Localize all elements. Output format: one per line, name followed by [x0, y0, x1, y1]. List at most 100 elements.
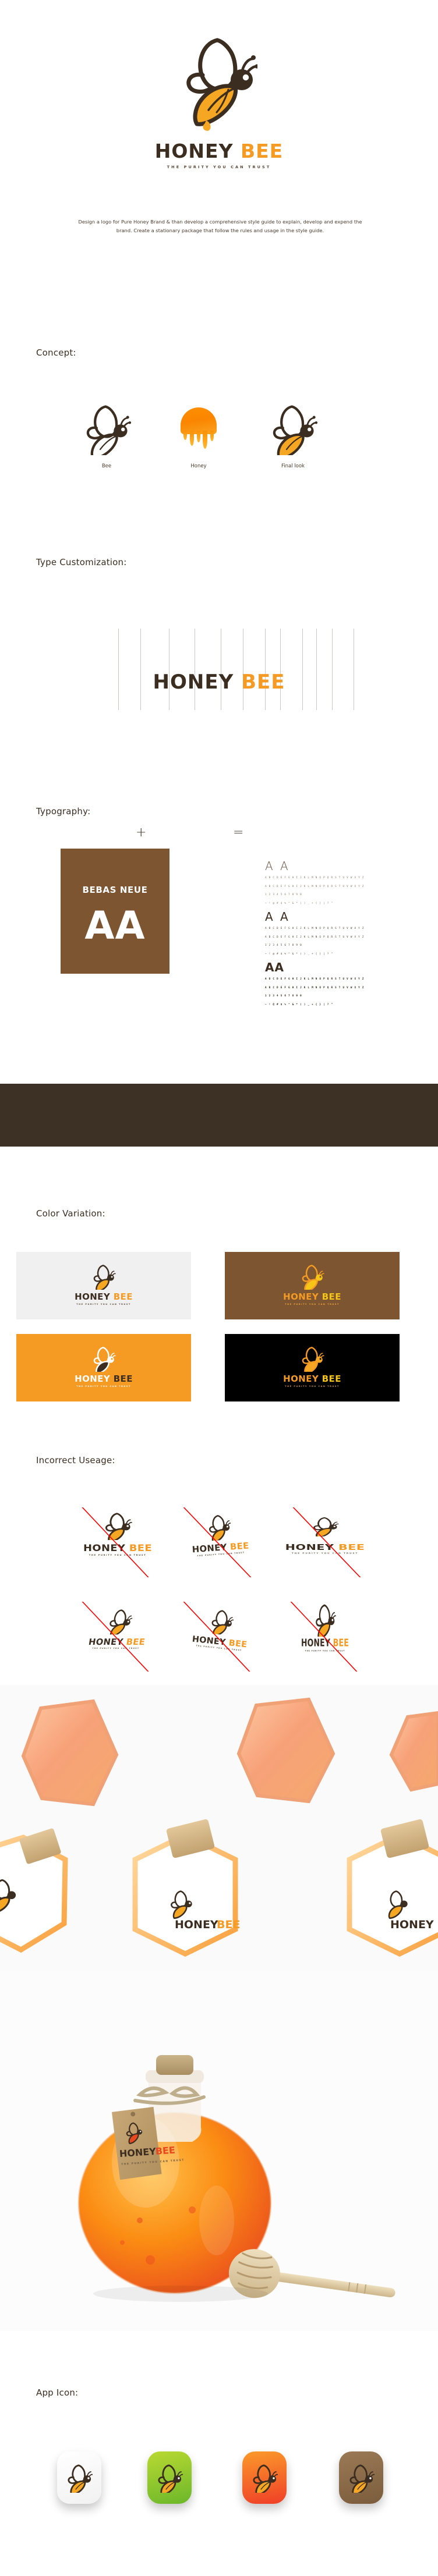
- app-icon-orange[interactable]: [242, 2451, 287, 2504]
- bee-logo-mark-light: [92, 1263, 116, 1293]
- bad-bee: BEE: [129, 1542, 152, 1553]
- swatch-bee: BEE: [322, 1374, 341, 1384]
- swatch-wordmark: HONEY BEE: [16, 1375, 191, 1383]
- app-icon-white[interactable]: [57, 2451, 101, 2504]
- specimen-lowercase: A B C D E F G H I J K L M N O P Q R S T …: [265, 885, 365, 888]
- typography-heading: Typography:: [36, 806, 91, 817]
- bee-logo-mark: [312, 1516, 339, 1539]
- concept-item-honey: Honey: [155, 402, 242, 469]
- color-swatch-orange: HONEY BEE THE PURITY YOU CAN TRUST: [16, 1334, 191, 1401]
- concept-label: Bee: [101, 463, 112, 469]
- specimen-sample: A A: [265, 859, 290, 873]
- bad-tagline: THE PURITY YOU CAN TRUST: [291, 1552, 359, 1555]
- swatch-tagline: THE PURITY YOU CAN TRUST: [76, 1385, 131, 1388]
- bee-logo-mark-brown: [301, 1263, 324, 1293]
- project-description: Design a logo for Pure Honey Brand & tha…: [78, 219, 362, 234]
- svg-text:BEE: BEE: [155, 2145, 175, 2157]
- specimen-numerals: 1 2 3 4 5 6 7 8 9 0: [265, 893, 302, 897]
- swatch-bee: BEE: [113, 1374, 133, 1384]
- typography-font-card: BEBAS NEUE AA: [61, 849, 169, 974]
- brand-tagline: THE PURITY YOU CAN TRUST: [167, 165, 271, 169]
- bad-honey: HONEY: [87, 1637, 124, 1647]
- swatch-bee: BEE: [322, 1291, 341, 1302]
- brown-divider-band: [0, 1084, 438, 1147]
- type-customization-wordmark: HONEY BEE: [0, 672, 438, 692]
- bad-tagline: THE PURITY YOU CAN TRUST: [89, 1554, 147, 1556]
- concept-operator-equals: =: [233, 825, 244, 840]
- bee-logo-mark: [106, 1608, 134, 1638]
- brand-logo-mark: [181, 32, 257, 131]
- swatch-honey: HONEY: [75, 1374, 111, 1384]
- specimen-uppercase: A B C D E F G H I J K L M N O P Q R S T …: [265, 927, 365, 930]
- app-icon-green[interactable]: [147, 2451, 192, 2504]
- specimen-sample: A A: [265, 910, 290, 924]
- specimen-lowercase: A B C D E F G H I J K L M N O P Q R S T …: [265, 935, 365, 939]
- color-swatch-black: HONEY BEE THE PURITY YOU CAN TRUST: [225, 1334, 400, 1401]
- bee-logo-mark: [206, 1512, 232, 1544]
- typecust-bee: BEE: [241, 670, 285, 694]
- concept-item-final: Final look: [249, 402, 337, 469]
- svg-text:HONEY: HONEY: [175, 1918, 218, 1931]
- specimen-symbols: ~ ! @ # $ % ^ & * ( ) _ + { } | ? ": [265, 902, 333, 905]
- typography-specimen-bold: AA A B C D E F G H I J K L M N O P Q R S…: [265, 961, 411, 1007]
- type-guide-lines: [0, 629, 438, 710]
- type-customization-heading: Type Customization:: [36, 557, 127, 567]
- concept-operator-plus: +: [136, 825, 147, 840]
- font-name: BEBAS NEUE: [82, 885, 148, 895]
- bad-honey: HONEY: [83, 1542, 126, 1553]
- specimen-lowercase: A B C D E F G H I J K L M N O P Q R S T …: [265, 986, 365, 989]
- swatch-bee: BEE: [113, 1291, 133, 1302]
- color-variation-heading: Color Variation:: [36, 1208, 105, 1219]
- bee-logo-mark: [314, 1602, 336, 1641]
- incorrect-usage-item-3: HONEY BEE THE PURITY YOU CAN TRUST: [273, 1507, 377, 1577]
- concept-heading: Concept:: [36, 347, 76, 358]
- bad-tagline: THE PURITY YOU CAN TRUST: [92, 1647, 140, 1650]
- wordmark-bee: BEE: [240, 140, 284, 162]
- bad-wordmark: HONEY BEE: [59, 1544, 176, 1553]
- app-icon-brown[interactable]: [339, 2451, 383, 2504]
- bad-bee: BEE: [228, 1637, 248, 1649]
- bee-final-icon: [249, 402, 337, 455]
- swatch-wordmark: HONEY BEE: [225, 1293, 400, 1301]
- bad-bee: BEE: [125, 1637, 146, 1647]
- incorrect-usage-item-4: HONEY BEE THE PURITY YOU CAN TRUST: [65, 1602, 170, 1672]
- bad-honey: HONEY: [285, 1542, 334, 1552]
- swatch-honey: HONEY: [75, 1291, 111, 1302]
- honey-drip-icon: [155, 402, 242, 455]
- specimen-numerals: 1 2 3 4 5 6 7 8 9 0: [265, 944, 302, 948]
- swatch-tagline: THE PURITY YOU CAN TRUST: [76, 1303, 131, 1305]
- bad-wordmark: HONEY BEE: [257, 1542, 393, 1552]
- incorrect-usage-heading: Incorrect Useage:: [36, 1455, 115, 1466]
- bee-logo-mark-orange: [92, 1345, 116, 1375]
- specimen-uppercase: A B C D E F G H I J K L M N O P Q R S T …: [265, 978, 365, 981]
- concept-row: Bee + Honey = Final look: [0, 402, 438, 840]
- concept-label: Final look: [281, 463, 305, 469]
- typography-specimen-regular: A A A B C D E F G H I J K L M N O P Q R …: [265, 911, 411, 956]
- app-icon-heading: App Icon:: [36, 2387, 79, 2398]
- bad-bee: BEE: [333, 1637, 349, 1649]
- incorrect-usage-item-6: HONEY BEE THE PURITY YOU CAN TRUST: [273, 1602, 377, 1672]
- color-swatch-light: HONEY BEE THE PURITY YOU CAN TRUST: [16, 1252, 191, 1319]
- typecust-honey: HONEY: [153, 670, 234, 694]
- swatch-tagline: THE PURITY YOU CAN TRUST: [285, 1385, 340, 1388]
- specimen-uppercase: A B C D E F G H I J K L M N O P Q R S T …: [265, 877, 365, 879]
- brand-wordmark: HONEY BEE: [0, 141, 438, 161]
- bad-wordmark: HONEY BEE: [284, 1638, 366, 1648]
- swatch-wordmark: HONEY BEE: [16, 1293, 191, 1301]
- bad-tagline: THE PURITY YOU CAN TRUST: [305, 1649, 345, 1652]
- swatch-wordmark: HONEY BEE: [225, 1375, 400, 1383]
- font-sample-aa: AA: [84, 903, 146, 948]
- specimen-symbols: ~ ! @ # $ % ^ & * ( ) _ + { } | ? ": [265, 1003, 333, 1006]
- incorrect-usage-item-5: HONEY BEE THE PURITY YOU CAN TRUST: [168, 1602, 273, 1672]
- svg-text:HONEY: HONEY: [390, 1918, 434, 1931]
- hexagonal-honey-jar-mockup: HONEY BEE HONEY: [0, 1685, 438, 1970]
- bad-bee: BEE: [338, 1542, 365, 1552]
- bad-honey: HONEY: [301, 1637, 331, 1649]
- concept-item-bee: Bee: [63, 402, 150, 469]
- wordmark-honey: HONEY: [154, 140, 234, 162]
- swatch-honey: HONEY: [283, 1374, 319, 1384]
- swatch-honey: HONEY: [283, 1291, 319, 1302]
- round-honey-bottle-mockup: HONEY BEE THE PURITY YOU CAN TRUST: [0, 1970, 438, 2331]
- color-swatch-brown: HONEY BEE THE PURITY YOU CAN TRUST: [225, 1252, 400, 1319]
- concept-label: Honey: [190, 463, 207, 469]
